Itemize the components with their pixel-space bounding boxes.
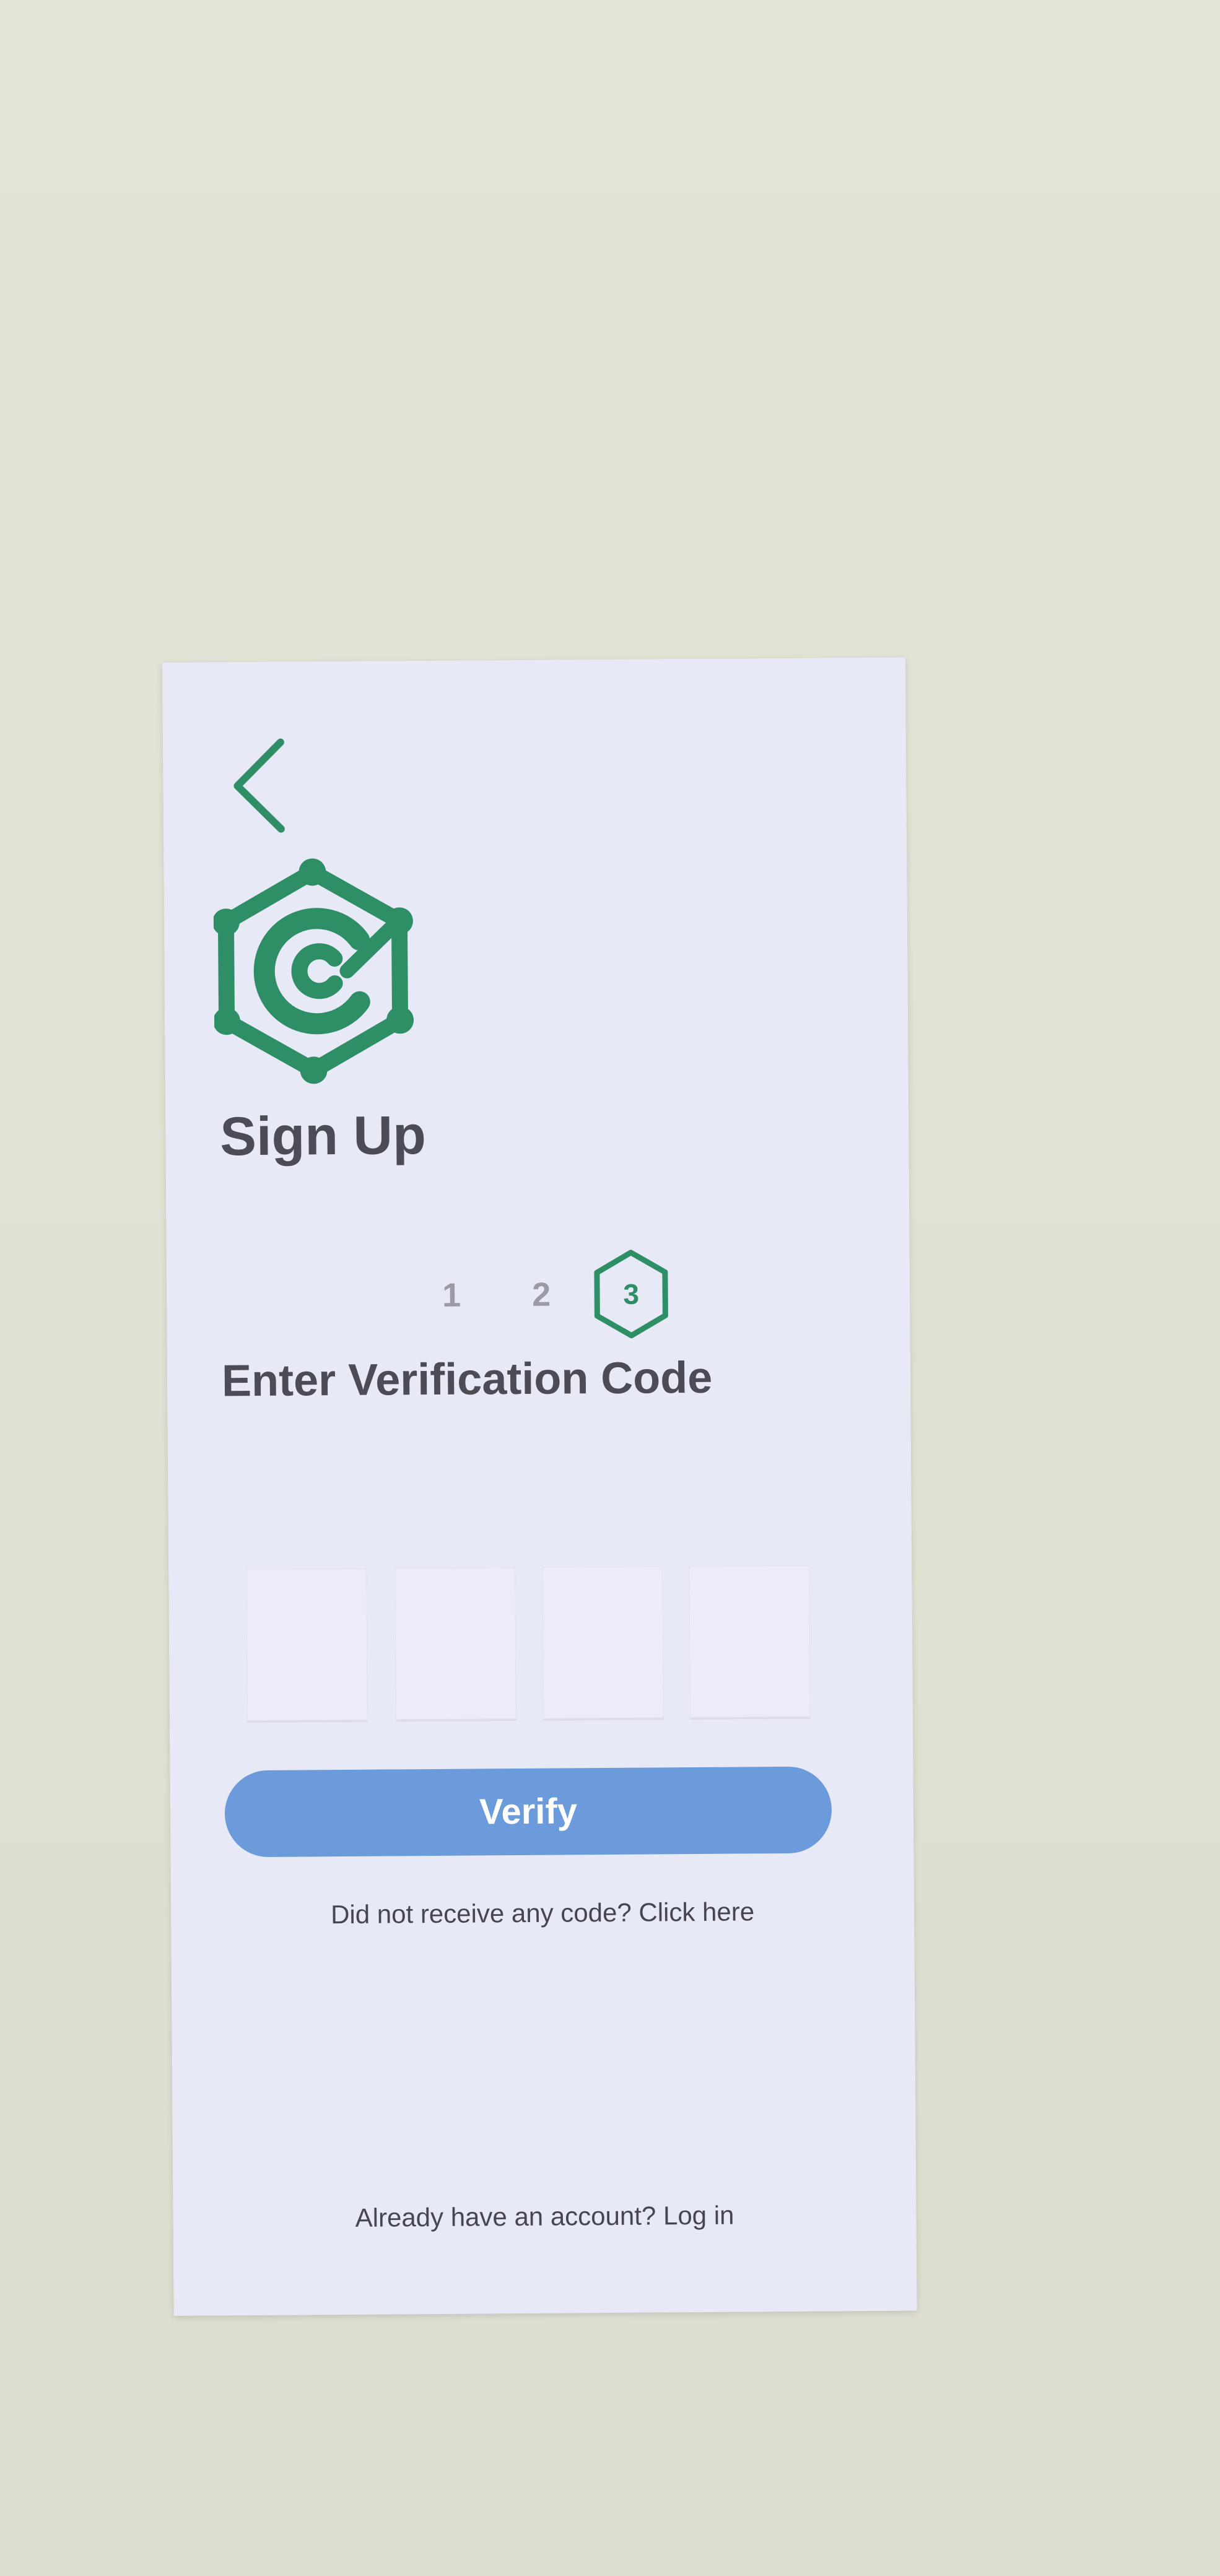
step-2: 2 bbox=[531, 1276, 551, 1313]
page-title: Sign Up bbox=[219, 1104, 427, 1167]
section-heading: Enter Verification Code bbox=[221, 1352, 713, 1406]
verification-code-inputs bbox=[246, 1565, 817, 1724]
step-3-active: 3 bbox=[591, 1247, 672, 1341]
code-digit-4[interactable] bbox=[689, 1565, 811, 1720]
back-button[interactable] bbox=[225, 736, 294, 836]
login-link[interactable]: Log in bbox=[663, 2201, 734, 2230]
code-digit-1[interactable] bbox=[246, 1568, 368, 1723]
resend-code-line: Did not receive any code? Click here bbox=[171, 1896, 914, 1931]
hexagon-c-logo-icon bbox=[212, 858, 414, 1084]
code-digit-2[interactable] bbox=[394, 1567, 516, 1722]
chevron-left-icon bbox=[233, 738, 285, 833]
step-indicator: 1 2 3 bbox=[411, 1247, 672, 1342]
step-3-label: 3 bbox=[623, 1277, 640, 1310]
signup-screen: Sign Up 1 2 3 Enter Verification Code Ve… bbox=[162, 657, 917, 2316]
login-line: Already have an account? Log in bbox=[173, 2200, 916, 2234]
app-logo bbox=[212, 856, 425, 1086]
step-1: 1 bbox=[442, 1276, 461, 1314]
verify-button[interactable]: Verify bbox=[224, 1766, 832, 1858]
resend-prompt: Did not receive any code? bbox=[330, 1897, 632, 1930]
login-prompt: Already have an account? bbox=[355, 2201, 656, 2232]
code-digit-3[interactable] bbox=[542, 1566, 664, 1721]
resend-link[interactable]: Click here bbox=[638, 1897, 754, 1926]
